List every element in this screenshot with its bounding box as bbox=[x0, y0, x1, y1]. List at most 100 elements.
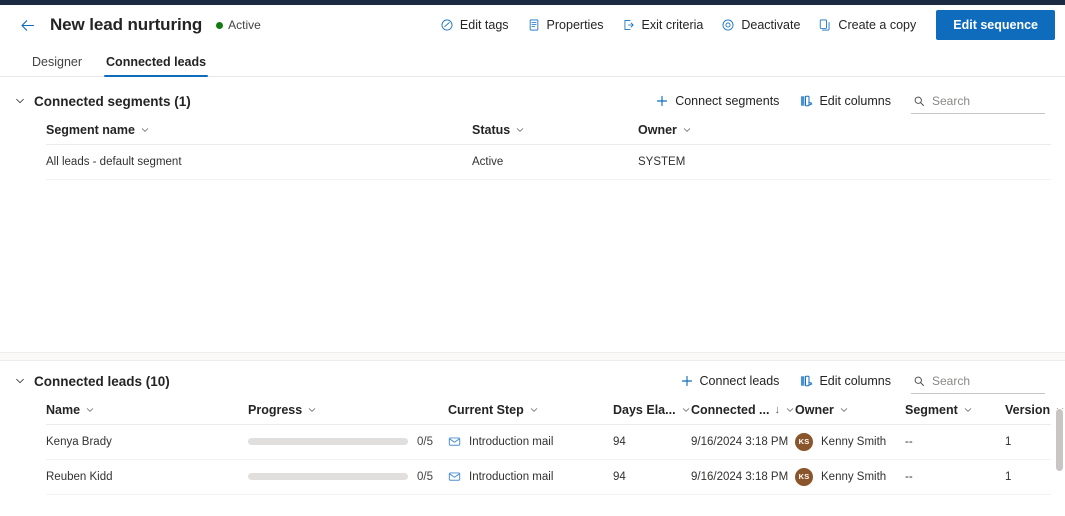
leads-edit-columns-button[interactable]: Edit columns bbox=[791, 367, 899, 395]
leads-col-current-step[interactable]: Current Step bbox=[448, 396, 613, 425]
tab-connected-leads[interactable]: Connected leads bbox=[96, 55, 216, 77]
mail-icon bbox=[448, 470, 461, 483]
chevron-down-icon[interactable] bbox=[14, 375, 26, 387]
section-divider bbox=[0, 352, 1065, 361]
leads-col-segment-label: Segment bbox=[905, 402, 958, 417]
connect-segments-label: Connect segments bbox=[675, 94, 780, 108]
deactivate-label: Deactivate bbox=[741, 18, 801, 32]
segment-owner-cell: SYSTEM bbox=[638, 144, 1051, 180]
chevron-down-icon[interactable] bbox=[14, 95, 26, 107]
avatar: KS bbox=[795, 467, 813, 486]
leads-search-box[interactable] bbox=[911, 368, 1045, 394]
plus-icon bbox=[680, 374, 694, 388]
command-bar: New lead nurturing Active Edit tags Prop… bbox=[0, 5, 1065, 45]
leads-col-version[interactable]: Version bbox=[1005, 396, 1064, 425]
table-row[interactable]: Kenya Brady 0/5 Introduction mail 94 9/1… bbox=[46, 424, 1051, 460]
leads-search-input[interactable] bbox=[932, 373, 1043, 388]
leads-col-owner-label: Owner bbox=[795, 402, 834, 417]
lead-progress-cell: 0/5 bbox=[248, 424, 448, 460]
connected-segments-section: Connected segments (1) Connect segments bbox=[0, 86, 1065, 180]
edit-tags-button[interactable]: Edit tags bbox=[432, 10, 517, 40]
progress-bar bbox=[248, 473, 408, 480]
chevron-down-icon bbox=[681, 405, 691, 415]
edit-sequence-button[interactable]: Edit sequence bbox=[936, 10, 1055, 40]
leads-col-current-step-label: Current Step bbox=[448, 402, 524, 417]
segments-search-box[interactable] bbox=[911, 88, 1045, 114]
columns-icon bbox=[799, 94, 813, 108]
chevron-down-icon bbox=[963, 405, 973, 415]
chevron-down-icon bbox=[307, 405, 317, 415]
leads-col-progress-label: Progress bbox=[248, 402, 303, 417]
segments-col-segment-name[interactable]: Segment name bbox=[46, 116, 472, 145]
leads-col-progress[interactable]: Progress bbox=[248, 396, 448, 425]
chevron-down-icon bbox=[85, 405, 95, 415]
back-button[interactable] bbox=[12, 10, 42, 40]
create-a-copy-label: Create a copy bbox=[838, 18, 917, 32]
lead-connected-on-cell: 9/16/2024 3:18 PM bbox=[691, 459, 795, 495]
chevron-down-icon bbox=[515, 125, 525, 135]
table-row[interactable]: All leads - default segment Active SYSTE… bbox=[46, 144, 1051, 180]
segments-col-status[interactable]: Status bbox=[472, 116, 638, 145]
lead-name-cell: Kenya Brady bbox=[46, 424, 248, 460]
lead-current-step-cell: Introduction mail bbox=[448, 424, 613, 460]
segments-section-header: Connected segments (1) Connect segments bbox=[0, 86, 1065, 116]
properties-label: Properties bbox=[546, 18, 604, 32]
lead-progress-cell: 0/5 bbox=[248, 459, 448, 495]
leads-section-header: Connected leads (10) Connect leads Edit … bbox=[0, 366, 1065, 396]
leads-col-days-elapsed-label: Days Ela... bbox=[613, 402, 676, 417]
leads-col-version-label: Version bbox=[1005, 402, 1051, 417]
lead-name-cell: Reuben Kidd bbox=[46, 459, 248, 495]
segments-col-owner-label: Owner bbox=[638, 122, 677, 137]
copy-icon bbox=[818, 18, 832, 32]
segments-edit-columns-button[interactable]: Edit columns bbox=[791, 87, 899, 115]
progress-label: 0/5 bbox=[417, 435, 433, 448]
vertical-scrollbar[interactable] bbox=[1054, 409, 1065, 516]
tag-icon bbox=[440, 18, 454, 32]
properties-icon bbox=[527, 18, 541, 32]
properties-button[interactable]: Properties bbox=[519, 10, 612, 40]
status-dot-icon bbox=[216, 21, 224, 29]
leads-col-connected-on[interactable]: Connected ... ↓ bbox=[691, 396, 795, 425]
leads-toolbar: Connect leads Edit columns bbox=[672, 367, 1065, 395]
avatar: KS bbox=[795, 432, 813, 451]
lead-version-cell: 1 bbox=[1005, 424, 1051, 460]
owner-name: Kenny Smith bbox=[821, 470, 887, 483]
lead-days-elapsed-cell: 94 bbox=[613, 459, 691, 495]
deactivate-button[interactable]: Deactivate bbox=[713, 10, 808, 40]
chevron-down-icon bbox=[529, 405, 539, 415]
chevron-down-icon bbox=[140, 125, 150, 135]
exit-criteria-button[interactable]: Exit criteria bbox=[614, 10, 712, 40]
columns-icon bbox=[799, 374, 813, 388]
tab-designer[interactable]: Designer bbox=[22, 55, 92, 76]
lead-owner-cell: KS Kenny Smith bbox=[795, 459, 905, 495]
search-icon bbox=[913, 375, 925, 387]
connect-leads-button[interactable]: Connect leads bbox=[672, 367, 788, 395]
table-row[interactable]: Reuben Kidd 0/5 Introduction mail 94 9/1… bbox=[46, 459, 1051, 495]
segments-search-input[interactable] bbox=[932, 93, 1043, 108]
create-a-copy-button[interactable]: Create a copy bbox=[810, 10, 924, 40]
leads-col-days-elapsed[interactable]: Days Ela... bbox=[613, 396, 691, 425]
exit-icon bbox=[622, 18, 636, 32]
segments-table-body: All leads - default segment Active SYSTE… bbox=[46, 144, 1051, 180]
segments-col-owner[interactable]: Owner bbox=[638, 116, 1051, 145]
lead-segment-cell: -- bbox=[905, 424, 1005, 460]
sequence-detail-page: New lead nurturing Active Edit tags Prop… bbox=[0, 0, 1065, 516]
segments-edit-columns-label: Edit columns bbox=[819, 94, 891, 108]
plus-icon bbox=[655, 94, 669, 108]
leads-col-connected-on-label: Connected ... bbox=[691, 402, 770, 417]
segments-toolbar: Connect segments Edit columns bbox=[647, 87, 1065, 115]
leads-col-segment[interactable]: Segment bbox=[905, 396, 1005, 425]
search-icon bbox=[913, 95, 925, 107]
mail-icon bbox=[448, 435, 461, 448]
progress-bar bbox=[248, 438, 408, 445]
chevron-down-icon bbox=[839, 405, 849, 415]
leads-col-name[interactable]: Name bbox=[46, 396, 248, 425]
leads-col-owner[interactable]: Owner bbox=[795, 396, 905, 425]
edit-tags-label: Edit tags bbox=[459, 18, 509, 32]
leads-table-wrap: Name Progress Current Step Days Ela... C… bbox=[0, 396, 1065, 495]
connect-segments-button[interactable]: Connect segments bbox=[647, 87, 787, 115]
lead-segment-cell: -- bbox=[905, 459, 1005, 495]
owner-name: Kenny Smith bbox=[821, 435, 887, 448]
leads-col-name-label: Name bbox=[46, 402, 81, 417]
scrollbar-thumb[interactable] bbox=[1056, 409, 1063, 471]
